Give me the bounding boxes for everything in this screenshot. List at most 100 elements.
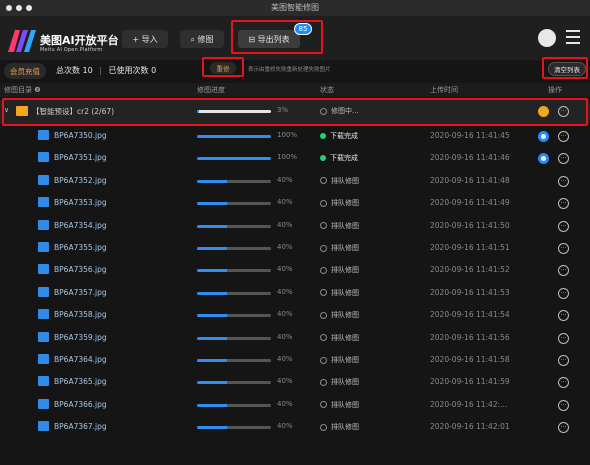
more-options-icon[interactable]: ··· [558, 287, 569, 299]
file-name: BP6A7358.jpg [54, 310, 107, 320]
preview-button[interactable] [538, 153, 549, 165]
progress-bar [197, 135, 271, 138]
status-text: 排队修图 [331, 199, 359, 208]
status-text: 排队修图 [331, 266, 359, 275]
usage-counts: 总次数 10 | 已使用次数 0 [56, 65, 156, 76]
col-actions: 操作 [548, 86, 562, 94]
table-row[interactable]: BP6A7367.jpg 40% 排队修图 2020-09-16 11:42:01 ··… [0, 417, 590, 439]
queue-status-icon [320, 311, 327, 319]
upload-time: 2020-09-16 11:41:59 [430, 377, 510, 387]
progress-percent: 40% [277, 310, 293, 319]
more-options-icon[interactable]: ··· [558, 243, 569, 254]
more-options-icon[interactable]: ··· [558, 355, 569, 366]
more-options-icon[interactable]: ··· [558, 377, 569, 389]
progress-bar [197, 269, 271, 273]
preview-button[interactable] [538, 131, 549, 142]
upload-time: 2020-09-16 11:41:46 [430, 153, 510, 163]
progress-bar [197, 224, 271, 228]
upload-time: 2020-09-16 11:41:53 [430, 287, 510, 297]
status-text: 排队修图 [331, 244, 359, 252]
status-text: 排队修图 [331, 176, 359, 185]
progress-bar [197, 381, 271, 385]
done-status-icon [320, 155, 326, 162]
file-name: BP6A7357.jpg [54, 287, 107, 297]
table-row[interactable]: BP6A7350.jpg 100% 下载完成 2020-09-16 11:41:45 ·… [0, 126, 590, 148]
more-options-icon[interactable]: ··· [558, 310, 569, 322]
table-header: 修图目录 ❷ 修图进度 状态 上传时间 操作 [0, 83, 590, 97]
progress-percent: 40% [277, 243, 293, 251]
file-name: BP6A7354.jpg [54, 220, 107, 230]
progress-bar [197, 403, 271, 407]
image-file-icon [38, 242, 49, 252]
table-row[interactable]: BP6A7354.jpg 40% 排队修图 2020-09-16 11:41:50 ··… [0, 216, 590, 238]
status-label: 下载完成 [320, 131, 358, 141]
menu-icon[interactable] [566, 30, 580, 46]
upload-time: 2020-09-16 11:41:56 [430, 332, 510, 342]
progress-fill [197, 157, 271, 161]
brand-subtitle: Meitu AI Open Platform [40, 47, 103, 53]
status-label: 排队修图 [320, 221, 359, 231]
file-name: BP6A7355.jpg [54, 243, 107, 252]
user-avatar[interactable] [538, 29, 556, 47]
table-row[interactable]: BP6A7364.jpg 40% 排队修图 2020-09-16 11:41:58 ··… [0, 350, 590, 372]
upload-time: 2020-09-16 11:41:49 [430, 198, 510, 208]
table-row[interactable]: BP6A7356.jpg 40% 排队修图 2020-09-16 11:41:52 ··… [0, 260, 590, 282]
more-options-icon[interactable]: ··· [558, 131, 569, 142]
col-directory: 修图目录 ❷ [4, 86, 41, 94]
status-text: 排队修图 [331, 333, 359, 342]
table-row[interactable]: BP6A7358.jpg 40% 排队修图 2020-09-16 11:41:54 ··… [0, 305, 590, 327]
table-row[interactable]: BP6A7351.jpg 100% 下载完成 2020-09-16 11:41:46 ·… [0, 148, 590, 170]
image-file-icon [38, 331, 49, 342]
status-text: 排队修图 [331, 378, 359, 387]
fix-photo-button[interactable]: ⌕ 修图 [180, 30, 224, 48]
file-name: BP6A7364.jpg [54, 355, 107, 364]
image-file-icon [38, 354, 49, 364]
file-name: BP6A7356.jpg [54, 265, 107, 275]
image-file-icon [38, 174, 49, 185]
more-options-icon[interactable]: ··· [558, 422, 569, 434]
table-row[interactable]: BP6A7352.jpg 40% 排队修图 2020-09-16 11:41:48 ··… [0, 171, 590, 193]
more-options-icon[interactable]: ··· [558, 153, 569, 165]
table-row[interactable]: BP6A7353.jpg 40% 排队修图 2020-09-16 11:41:49 ··… [0, 193, 590, 215]
status-text: 排队修图 [331, 288, 359, 297]
more-options-icon[interactable]: ··· [558, 332, 569, 344]
image-file-icon [38, 152, 49, 163]
status-text: 排队修图 [331, 311, 359, 320]
progress-fill [197, 381, 227, 385]
export-count-badge: 85 [294, 23, 312, 35]
progress-bar [197, 314, 271, 318]
vip-recharge-button[interactable]: 会员充值 [4, 63, 46, 79]
queue-status-icon [320, 177, 327, 185]
meitu-logo-icon [8, 30, 36, 52]
more-options-icon[interactable]: ··· [558, 220, 569, 232]
image-file-icon [38, 130, 49, 140]
status-text: 排队修图 [331, 221, 359, 230]
table-row[interactable]: BP6A7359.jpg 40% 排队修图 2020-09-16 11:41:56 ··… [0, 328, 590, 350]
progress-percent: 40% [277, 198, 293, 207]
table-row[interactable]: BP6A7366.jpg 40% 排队修图 2020-09-16 11:42:... ·… [0, 395, 590, 417]
image-file-icon [38, 398, 49, 409]
progress-fill [197, 403, 227, 407]
more-options-icon[interactable]: ··· [558, 175, 569, 187]
file-name: BP6A7366.jpg [54, 399, 107, 409]
status-label: 排队修图 [320, 243, 359, 253]
brand-name: 美图AI开放平台 [40, 34, 119, 47]
more-options-icon[interactable]: ··· [558, 399, 569, 411]
retry-hint: 表示由重修失败重新处理失败图片 [248, 67, 331, 73]
upload-time: 2020-09-16 11:41:51 [430, 243, 510, 252]
table-row[interactable]: BP6A7357.jpg 40% 排队修图 2020-09-16 11:41:53 ··… [0, 283, 590, 305]
progress-percent: 40% [277, 332, 293, 341]
more-options-icon[interactable]: ··· [558, 265, 569, 277]
table-row[interactable]: BP6A7365.jpg 40% 排队修图 2020-09-16 11:41:59 ··… [0, 372, 590, 394]
queue-status-icon [320, 289, 327, 297]
progress-percent: 100% [277, 153, 298, 162]
import-button[interactable]: + 导入 [122, 30, 168, 48]
table-row[interactable]: BP6A7355.jpg 40% 排队修图 2020-09-16 11:41:51 ··… [0, 238, 590, 260]
upload-time: 2020-09-16 11:42:... [430, 399, 508, 409]
more-options-icon[interactable]: ··· [558, 198, 569, 210]
window-title: 美图智能修图 [271, 3, 319, 12]
image-file-icon [38, 309, 49, 320]
progress-bar [197, 247, 271, 250]
status-label: 排队修图 [320, 355, 359, 365]
progress-percent: 40% [277, 399, 293, 408]
